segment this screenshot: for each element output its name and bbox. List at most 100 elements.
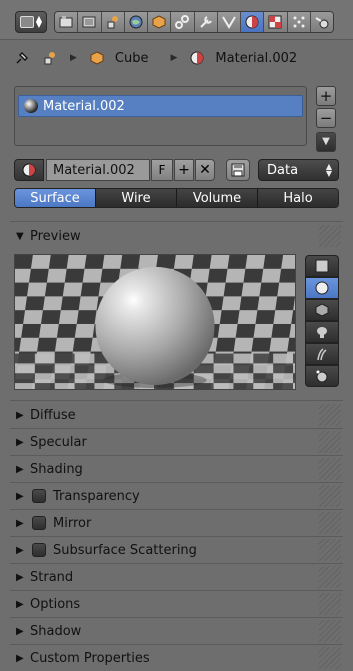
panel-label: Transparency <box>53 488 140 504</box>
material-slot-name: Material.002 <box>43 98 125 114</box>
tab-halo[interactable]: Halo <box>258 189 338 207</box>
panel-header-diffuse[interactable]: ▶ Diffuse <box>10 402 343 428</box>
tab-render[interactable] <box>55 12 79 32</box>
panel-drag-grip-icon[interactable] <box>319 404 341 426</box>
preview-flat-button[interactable] <box>305 255 339 277</box>
data-icon <box>222 16 236 29</box>
link-dropdown-value: Data <box>267 162 299 178</box>
panel-drag-grip-icon[interactable] <box>319 431 341 453</box>
save-datablock-button[interactable] <box>226 159 250 181</box>
panel-header-specular[interactable]: ▶ Specular <box>10 429 343 455</box>
panel-drag-grip-icon[interactable] <box>319 620 341 642</box>
preview-shape-buttons <box>305 255 339 387</box>
tab-modifiers[interactable] <box>194 12 218 32</box>
texture-icon <box>268 15 282 29</box>
physics-icon <box>315 17 329 29</box>
panel-header-preview[interactable]: ▼ Preview <box>10 223 343 249</box>
preview-monkey-button[interactable] <box>305 321 339 343</box>
panel-drag-grip-icon[interactable] <box>319 647 341 669</box>
mirror-checkbox[interactable] <box>32 516 46 530</box>
panel-label: Preview <box>30 228 81 244</box>
material-icon <box>22 163 36 177</box>
context-tabs <box>54 11 334 33</box>
material-preview-render <box>14 254 296 390</box>
editor-type-menu[interactable]: ▲ ▼ <box>15 11 47 33</box>
remove-slot-button[interactable]: − <box>316 108 336 128</box>
panel-drag-grip-icon[interactable] <box>319 566 341 588</box>
panel-drag-grip-icon[interactable] <box>319 539 341 561</box>
save-icon <box>231 163 245 177</box>
preview-sphere-button[interactable] <box>305 277 339 299</box>
chevron-updown-icon: ▲ ▼ <box>35 14 43 29</box>
material-id-block: Material.002 F + ✕ Data ▲ ▼ <box>14 159 339 181</box>
collapsed-triangle-icon: ▶ <box>16 598 24 610</box>
tab-render-layers[interactable] <box>78 12 102 32</box>
modifiers-icon <box>199 16 212 28</box>
browse-material-button[interactable] <box>14 159 44 181</box>
collapsed-triangle-icon: ▶ <box>16 490 24 502</box>
render-layers-icon <box>82 16 96 28</box>
breadcrumb-material: Material.002 <box>215 50 298 66</box>
hair-icon <box>317 348 327 361</box>
collapsed-triangle-icon: ▶ <box>16 544 24 556</box>
material-slot-item[interactable]: Material.002 <box>18 95 303 117</box>
tab-wire[interactable]: Wire <box>96 189 177 207</box>
collapsed-triangle-icon: ▶ <box>16 409 24 421</box>
panel-label: Mirror <box>53 515 92 531</box>
panel-header-strand[interactable]: ▶ Strand <box>10 564 343 590</box>
panel-header-subsurface-scattering[interactable]: ▶ Subsurface Scattering <box>10 537 343 563</box>
tab-scene[interactable] <box>101 12 125 32</box>
properties-header: ▲ ▼ <box>0 0 353 40</box>
panel-header-shadow[interactable]: ▶ Shadow <box>10 618 343 644</box>
pin-icon[interactable] <box>14 50 30 66</box>
preview-sky-sphere-button[interactable] <box>305 365 339 387</box>
panel-header-mirror[interactable]: ▶ Mirror <box>10 510 343 536</box>
material-type-tabs: Surface Wire Volume Halo <box>14 188 339 208</box>
panel-label: Specular <box>30 434 87 450</box>
panel-label: Custom Properties <box>30 650 150 666</box>
panel-drag-grip-icon[interactable] <box>319 593 341 615</box>
panel-drag-grip-icon[interactable] <box>319 225 341 247</box>
tab-constraints[interactable] <box>171 12 195 32</box>
fake-user-button[interactable]: F <box>151 159 173 181</box>
new-material-button[interactable]: + <box>174 159 194 181</box>
tab-physics[interactable] <box>310 12 333 32</box>
tab-material[interactable] <box>241 12 265 32</box>
panel-header-transparency[interactable]: ▶ Transparency <box>10 483 343 509</box>
particles-icon <box>293 16 305 28</box>
unlink-material-button[interactable]: ✕ <box>195 159 215 181</box>
transparency-checkbox[interactable] <box>32 489 46 503</box>
add-slot-button[interactable]: + <box>316 86 336 106</box>
panel-label: Shadow <box>30 623 82 639</box>
panel-header-custom-properties[interactable]: ▶ Custom Properties <box>10 645 343 671</box>
expanded-triangle-icon: ▼ <box>16 230 24 242</box>
collapsed-triangle-icon: ▶ <box>16 625 24 637</box>
panel-drag-grip-icon[interactable] <box>319 458 341 480</box>
tab-object[interactable] <box>148 12 172 32</box>
collapsed-triangle-icon: ▶ <box>16 463 24 475</box>
tab-particles[interactable] <box>287 12 311 32</box>
subsurface-scattering-checkbox[interactable] <box>32 543 46 557</box>
preview-hair-button[interactable] <box>305 343 339 365</box>
tab-texture[interactable] <box>264 12 288 32</box>
breadcrumb: ▶ Cube ▶ Material.002 <box>0 40 353 76</box>
panel-drag-grip-icon[interactable] <box>319 485 341 507</box>
slot-specials-menu-button[interactable]: ▼ <box>316 132 336 152</box>
collapsed-triangle-icon: ▶ <box>16 571 24 583</box>
panel-header-shading[interactable]: ▶ Shading <box>10 456 343 482</box>
collapsed-triangle-icon: ▶ <box>16 652 24 664</box>
tab-surface[interactable]: Surface <box>15 189 96 207</box>
tab-data[interactable] <box>217 12 241 32</box>
panel-drag-grip-icon[interactable] <box>319 512 341 534</box>
link-dropdown[interactable]: Data ▲ ▼ <box>258 159 339 181</box>
slot-side-buttons: + − ▼ <box>316 86 336 154</box>
material-name-field[interactable]: Material.002 <box>46 159 150 181</box>
tab-world[interactable] <box>124 12 148 32</box>
panel-header-options[interactable]: ▶ Options <box>10 591 343 617</box>
preview-cube-button[interactable] <box>305 299 339 321</box>
tab-volume[interactable]: Volume <box>177 189 258 207</box>
collapsed-triangle-icon: ▶ <box>16 436 24 448</box>
panel-label: Strand <box>30 569 74 585</box>
flat-plane-icon <box>315 259 329 273</box>
material-slot-list[interactable]: Material.002 <box>14 86 307 146</box>
